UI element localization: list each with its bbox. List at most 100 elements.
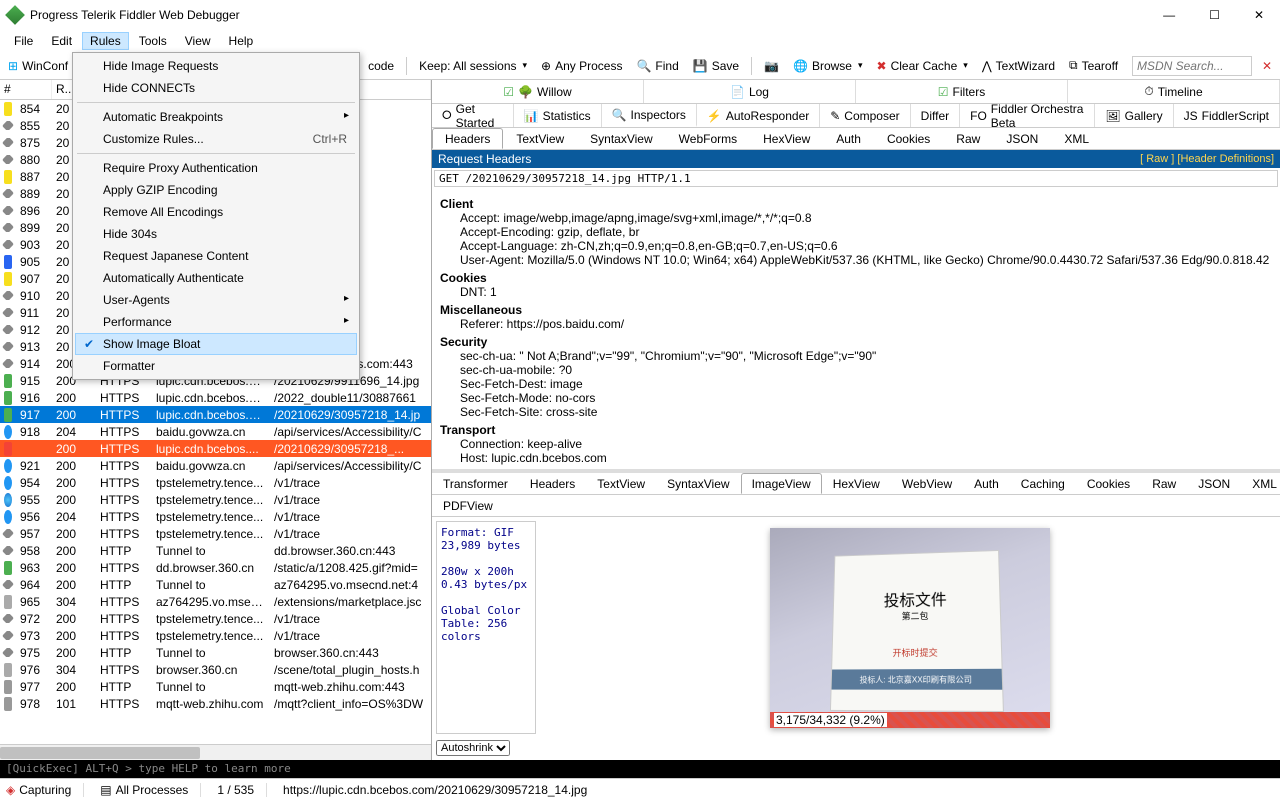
menuitem-remove-all-encodings[interactable]: Remove All Encodings xyxy=(75,201,357,223)
resptab-cookies[interactable]: Cookies xyxy=(1076,473,1141,494)
menuitem-hide-304s[interactable]: Hide 304s xyxy=(75,223,357,245)
menuitem-user-agents[interactable]: User-Agents xyxy=(75,289,357,311)
session-row[interactable]: 917200HTTPSlupic.cdn.bcebos.com/20210629… xyxy=(0,406,431,423)
reqtab-syntaxview[interactable]: SyntaxView xyxy=(577,128,665,149)
resptab-hexview[interactable]: HexView xyxy=(822,473,891,494)
header-item[interactable]: User-Agent: Mozilla/5.0 (Windows NT 10.0… xyxy=(460,253,1272,267)
menu-help[interactable]: Help xyxy=(221,32,262,50)
close-button[interactable]: ✕ xyxy=(1246,8,1272,22)
reqtab-headers[interactable]: Headers xyxy=(432,128,503,149)
resptab-syntaxview[interactable]: SyntaxView xyxy=(656,473,740,494)
header-item[interactable]: Accept: image/webp,image/apng,image/svg+… xyxy=(460,211,1272,225)
menu-view[interactable]: View xyxy=(177,32,219,50)
minimize-button[interactable]: — xyxy=(1155,8,1183,22)
header-item[interactable]: Connection: keep-alive xyxy=(460,437,1272,451)
process-filter[interactable]: ▤All Processes xyxy=(100,783,201,797)
session-row[interactable]: 954200HTTPStpstelemetry.tence.../v1/trac… xyxy=(0,474,431,491)
any-process-button[interactable]: ⊕Any Process xyxy=(537,57,626,75)
header-group[interactable]: Transport xyxy=(440,423,1272,437)
resptab-textview[interactable]: TextView xyxy=(586,473,656,494)
menuitem-require-proxy-authentication[interactable]: Require Proxy Authentication xyxy=(75,157,357,179)
maximize-button[interactable]: ☐ xyxy=(1201,8,1228,22)
menu-file[interactable]: File xyxy=(6,32,41,50)
find-button[interactable]: 🔍Find xyxy=(632,57,682,75)
reqtab-webforms[interactable]: WebForms xyxy=(666,128,750,149)
reqtab-xml[interactable]: XML xyxy=(1051,128,1102,149)
header-item[interactable]: Sec-Fetch-Mode: no-cors xyxy=(460,391,1272,405)
session-row[interactable]: 956204HTTPStpstelemetry.tence.../v1/trac… xyxy=(0,508,431,525)
reqtab-json[interactable]: JSON xyxy=(993,128,1051,149)
tab-timeline[interactable]: ⏱Timeline xyxy=(1068,80,1280,103)
tab-filters[interactable]: ☑Filters xyxy=(856,80,1068,103)
menuitem-show-image-bloat[interactable]: Show Image Bloat xyxy=(75,333,357,355)
menuitem-hide-image-requests[interactable]: Hide Image Requests xyxy=(75,55,357,77)
session-row[interactable]: 916200HTTPSlupic.cdn.bcebos.com/2022_dou… xyxy=(0,389,431,406)
tab-fiddler-orchestra-beta[interactable]: FOFiddler Orchestra Beta xyxy=(960,104,1095,127)
header-group[interactable]: Security xyxy=(440,335,1272,349)
tab-gallery[interactable]: 🖼Gallery xyxy=(1095,104,1173,127)
header-group[interactable]: Cookies xyxy=(440,271,1272,285)
horizontal-scrollbar[interactable] xyxy=(0,744,431,760)
save-button[interactable]: 💾Save xyxy=(689,57,743,75)
resptab-headers[interactable]: Headers xyxy=(519,473,586,494)
keep-sessions-dropdown[interactable]: Keep: All sessions xyxy=(415,57,531,75)
capturing-indicator[interactable]: ◈Capturing xyxy=(6,783,84,797)
msdn-search-input[interactable] xyxy=(1132,56,1252,76)
resptab-raw[interactable]: Raw xyxy=(1141,473,1187,494)
reqtab-auth[interactable]: Auth xyxy=(823,128,874,149)
tab-fiddlerscript[interactable]: JSFiddlerScript xyxy=(1174,104,1280,127)
quickexec-bar[interactable]: [QuickExec] ALT+Q > type HELP to learn m… xyxy=(0,760,1280,778)
header-item[interactable]: Sec-Fetch-Dest: image xyxy=(460,377,1272,391)
tab-willow[interactable]: ☑🌳Willow xyxy=(432,80,644,103)
tab-statistics[interactable]: 📊Statistics xyxy=(514,104,602,127)
session-row[interactable]: 964200HTTPTunnel toaz764295.vo.msecnd.ne… xyxy=(0,576,431,593)
session-row[interactable]: 963200HTTPSdd.browser.360.cn/static/a/12… xyxy=(0,559,431,576)
tab-composer[interactable]: ✎Composer xyxy=(820,104,910,127)
decode-button[interactable]: code xyxy=(364,57,398,75)
session-row[interactable]: 921200HTTPSbaidu.govwza.cn/api/services/… xyxy=(0,457,431,474)
session-row[interactable]: 958200HTTPTunnel todd.browser.360.cn:443 xyxy=(0,542,431,559)
resptab-json[interactable]: JSON xyxy=(1187,473,1241,494)
winconfig-button[interactable]: ⊞WinConf xyxy=(4,57,72,75)
menu-tools[interactable]: Tools xyxy=(131,32,175,50)
resptab-imageview[interactable]: ImageView xyxy=(741,473,822,494)
request-raw-line[interactable]: GET /20210629/30957218_14.jpg HTTP/1.1 xyxy=(434,170,1278,187)
resptab-pdfview[interactable]: PDFView xyxy=(432,495,504,516)
header-group[interactable]: Client xyxy=(440,197,1272,211)
header-item[interactable]: Accept-Language: zh-CN,zh;q=0.9,en;q=0.8… xyxy=(460,239,1272,253)
header-item[interactable]: sec-ch-ua: " Not A;Brand";v="99", "Chrom… xyxy=(460,349,1272,363)
tab-differ[interactable]: Differ xyxy=(911,104,960,127)
resptab-caching[interactable]: Caching xyxy=(1010,473,1076,494)
tab-inspectors[interactable]: 🔍Inspectors xyxy=(602,104,697,127)
tearoff-button[interactable]: ⧉Tearoff xyxy=(1065,56,1122,75)
resptab-webview[interactable]: WebView xyxy=(891,473,963,494)
session-row[interactable]: 976304HTTPSbrowser.360.cn/scene/total_pl… xyxy=(0,661,431,678)
header-item[interactable]: Accept-Encoding: gzip, deflate, br xyxy=(460,225,1272,239)
textwizard-button[interactable]: ⋀TextWizard xyxy=(978,57,1059,75)
session-row[interactable]: 200HTTPSlupic.cdn.bcebos..../20210629/30… xyxy=(0,440,431,457)
menuitem-automatic-breakpoints[interactable]: Automatic Breakpoints xyxy=(75,106,357,128)
menuitem-formatter[interactable]: Formatter xyxy=(75,355,357,377)
tab-get-started[interactable]: ⭘Get Started xyxy=(432,104,514,127)
reqtab-hexview[interactable]: HexView xyxy=(750,128,823,149)
header-item[interactable]: DNT: 1 xyxy=(460,285,1272,299)
menuitem-performance[interactable]: Performance xyxy=(75,311,357,333)
menuitem-apply-gzip-encoding[interactable]: Apply GZIP Encoding xyxy=(75,179,357,201)
menuitem-customize-rules-[interactable]: Customize Rules...Ctrl+R xyxy=(75,128,357,150)
header-item[interactable]: Sec-Fetch-Site: cross-site xyxy=(460,405,1272,419)
resptab-auth[interactable]: Auth xyxy=(963,473,1010,494)
tab-log[interactable]: 📄Log xyxy=(644,80,856,103)
session-row[interactable]: 977200HTTPTunnel tomqtt-web.zhihu.com:44… xyxy=(0,678,431,695)
session-row[interactable]: 965304HTTPSaz764295.vo.msec.../extension… xyxy=(0,593,431,610)
menu-edit[interactable]: Edit xyxy=(43,32,80,50)
request-headers-links[interactable]: [ Raw ] [Header Definitions] xyxy=(1140,153,1274,165)
session-row[interactable]: 918204HTTPSbaidu.govwza.cn/api/services/… xyxy=(0,423,431,440)
session-row[interactable]: 973200HTTPStpstelemetry.tence.../v1/trac… xyxy=(0,627,431,644)
session-row[interactable]: 975200HTTPTunnel tobrowser.360.cn:443 xyxy=(0,644,431,661)
resptab-transformer[interactable]: Transformer xyxy=(432,473,519,494)
header-item[interactable]: Host: lupic.cdn.bcebos.com xyxy=(460,451,1272,465)
reqtab-raw[interactable]: Raw xyxy=(943,128,993,149)
header-group[interactable]: Miscellaneous xyxy=(440,303,1272,317)
menuitem-request-japanese-content[interactable]: Request Japanese Content xyxy=(75,245,357,267)
header-item[interactable]: Referer: https://pos.baidu.com/ xyxy=(460,317,1272,331)
